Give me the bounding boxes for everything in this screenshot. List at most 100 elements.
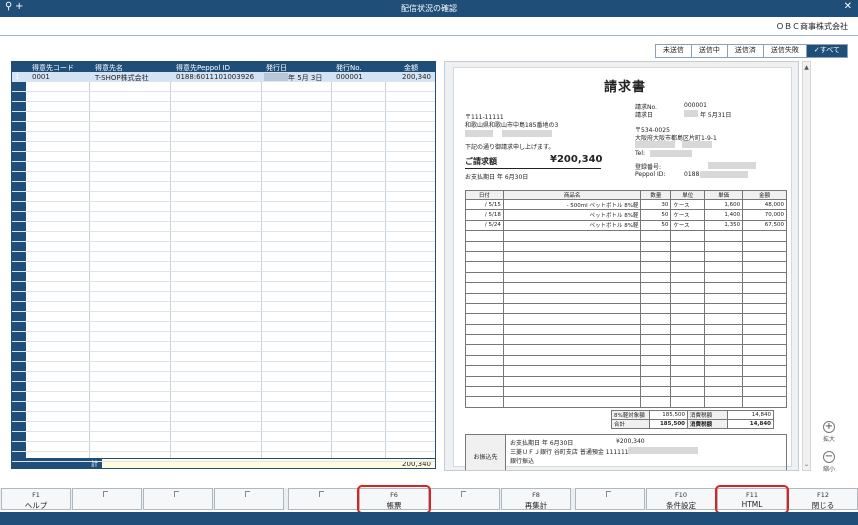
table-cell (465, 334, 504, 346)
table-row[interactable] (12, 272, 435, 282)
table-row[interactable]: 1 0001 T-SHOP株式会社 0188:6011101003926 年 5… (12, 72, 435, 82)
table-row[interactable] (12, 432, 435, 442)
table-cell (704, 302, 744, 315)
preview-scrollbar[interactable]: ▲ ⌄ (802, 61, 811, 471)
table-cell (670, 396, 706, 408)
table-row[interactable] (12, 282, 435, 292)
table-row[interactable] (12, 102, 435, 112)
table-row[interactable] (12, 182, 435, 192)
table-cell (640, 250, 672, 263)
f9-button[interactable] (575, 488, 645, 510)
item-qty: 30 (640, 198, 672, 211)
f5-button[interactable] (288, 488, 358, 510)
table-row[interactable] (12, 312, 435, 322)
filter-failed[interactable]: 送信失敗 (763, 45, 807, 57)
table-row[interactable] (12, 402, 435, 412)
table-row[interactable] (12, 352, 435, 362)
table-row[interactable] (12, 112, 435, 122)
table-cell (704, 240, 744, 252)
f1-help-button[interactable]: F1 ヘルプ (1, 488, 71, 510)
f4-button[interactable] (214, 488, 284, 510)
table-row[interactable] (12, 132, 435, 142)
table-row[interactable] (12, 382, 435, 392)
scroll-down-icon[interactable]: ⌄ (803, 461, 810, 468)
table-row[interactable] (12, 292, 435, 302)
table-cell (670, 375, 706, 388)
table-cell (465, 271, 504, 284)
table-row[interactable] (12, 172, 435, 182)
invoice-preview[interactable]: 請求書 〒111-11111 和歌山県和歌山市中島185番地の3 下記の通り御請… (444, 61, 799, 471)
table-cell (465, 344, 504, 356)
company-name: ＯＢＣ商事株式会社 (776, 22, 848, 31)
sum-taxable-label: 8%軽対象額 (611, 410, 650, 420)
table-row[interactable] (12, 322, 435, 332)
table-row[interactable] (12, 362, 435, 372)
table-row[interactable] (12, 232, 435, 242)
f10-settings-button[interactable]: F10 条件設定 (646, 488, 716, 510)
table-cell (502, 344, 642, 356)
table-row[interactable] (12, 82, 435, 92)
fkey-label: 閉じる (811, 501, 835, 510)
table-cell (704, 334, 744, 346)
filter-sent[interactable]: 送信済 (727, 45, 764, 57)
table-cell (742, 240, 787, 252)
table-row (465, 365, 787, 377)
table-cell (670, 230, 706, 242)
table-row[interactable] (12, 262, 435, 272)
f8-recalc-button[interactable]: F8 再集計 (501, 488, 571, 510)
table-row[interactable] (12, 452, 435, 462)
item-amount: 70,000 (742, 209, 787, 221)
f12-close-button[interactable]: F12 閉じる (788, 488, 858, 510)
table-row[interactable] (12, 92, 435, 102)
filter-unsent[interactable]: 未送信 (655, 45, 692, 57)
f3-button[interactable] (143, 488, 213, 510)
zoom-out-button[interactable]: − 縮小 (818, 451, 840, 473)
table-cell (640, 365, 672, 377)
table-cell (670, 250, 706, 263)
table-row[interactable] (12, 372, 435, 382)
table-row[interactable] (12, 152, 435, 162)
table-row[interactable] (12, 332, 435, 342)
col-price: 単価 (704, 190, 744, 200)
table-row[interactable] (12, 342, 435, 352)
table-row[interactable] (12, 142, 435, 152)
table-row[interactable] (12, 212, 435, 222)
table-cell (704, 261, 744, 273)
table-row[interactable] (12, 252, 435, 262)
table-row (465, 354, 787, 367)
table-cell (670, 302, 706, 315)
f7-button[interactable] (430, 488, 500, 510)
close-icon[interactable]: ✕ (844, 1, 852, 12)
table-cell (640, 323, 672, 336)
table-row (465, 271, 787, 284)
table-cell (502, 334, 642, 346)
table-cell (640, 354, 672, 367)
table-row[interactable] (12, 392, 435, 402)
f2-button[interactable] (72, 488, 142, 510)
table-row: / 5/15 - 500ml ペットボトル 8%軽 30 ケース 1,600 4… (465, 198, 787, 211)
table-row: / 5/24 ペットボトル 8%軽 50 ケース 1,350 67,500 (465, 219, 787, 232)
scroll-up-icon[interactable]: ▲ (803, 64, 810, 71)
table-row[interactable] (12, 122, 435, 132)
table-cell (640, 302, 672, 315)
invoice-title: 請求書 (604, 80, 647, 95)
table-cell (640, 282, 672, 294)
table-row[interactable] (12, 162, 435, 172)
table-row[interactable] (12, 422, 435, 432)
table-row[interactable] (12, 202, 435, 212)
plus-icon: + (823, 421, 835, 433)
filter-all[interactable]: ✓すべて (806, 45, 847, 57)
table-cell (640, 396, 672, 408)
table-row[interactable] (12, 242, 435, 252)
table-row[interactable] (12, 222, 435, 232)
filter-sending[interactable]: 送信中 (691, 45, 728, 57)
table-row[interactable] (12, 442, 435, 452)
sum-total: 185,500 (649, 419, 688, 429)
redacted-block (502, 130, 552, 137)
table-row[interactable] (12, 412, 435, 422)
col-date: 日付 (465, 190, 504, 200)
table-row[interactable] (12, 192, 435, 202)
table-cell (742, 230, 787, 242)
table-row[interactable] (12, 302, 435, 312)
zoom-in-button[interactable]: + 拡大 (818, 421, 840, 443)
